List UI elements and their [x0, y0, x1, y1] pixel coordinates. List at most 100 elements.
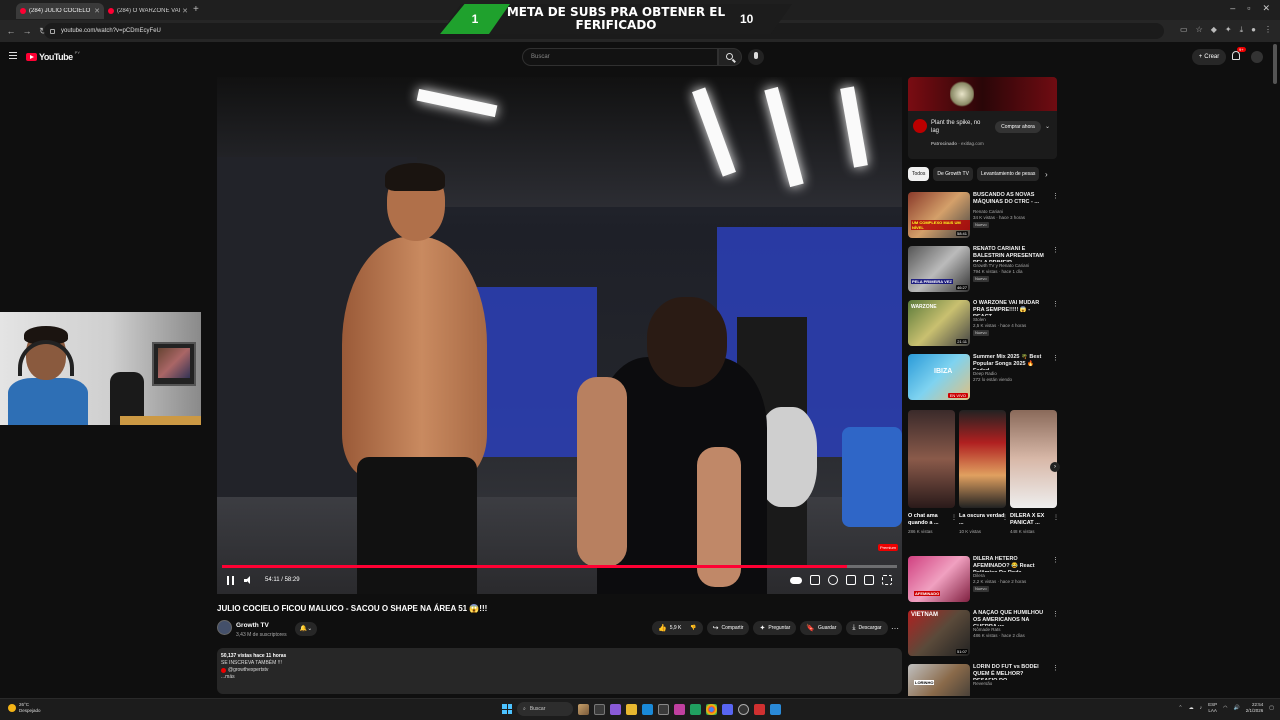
chevron-right-icon[interactable]: › — [1045, 170, 1048, 179]
ad-buy-button[interactable]: Comprar ahora — [995, 121, 1041, 133]
more-options-icon[interactable]: ⋮ — [1052, 246, 1059, 254]
profile-icon[interactable]: ● — [1251, 25, 1256, 35]
taskbar-app-icon[interactable] — [578, 703, 589, 715]
wifi-icon[interactable]: ◠ — [1223, 705, 1227, 711]
thumbs-down-icon[interactable]: 👎 — [690, 625, 696, 631]
tab-close-icon[interactable]: ✕ — [94, 7, 100, 15]
chrome-icon[interactable] — [706, 703, 717, 715]
app-icon[interactable] — [770, 703, 781, 715]
pause-icon[interactable] — [227, 576, 234, 585]
voice-search-icon[interactable] — [748, 49, 764, 65]
puzzle-icon[interactable]: ✦ — [1225, 25, 1232, 35]
chip-channel[interactable]: De Growth TV — [933, 167, 973, 181]
recommendation-item[interactable]: PELA PRIMEIRA VEZ 46:27 RENATO CARIANI E… — [908, 246, 1059, 296]
youtube-logo[interactable]: YouTube PY — [26, 50, 80, 62]
recommendation-item[interactable]: UM COMPLEXO MAIS UM NÍVEL 58:41 BUSCANDO… — [908, 192, 1059, 242]
account-avatar[interactable] — [1251, 51, 1263, 63]
ad-banner-image[interactable] — [908, 77, 1057, 111]
volume-icon[interactable] — [244, 576, 252, 585]
more-options-icon[interactable]: ⋮ — [1052, 192, 1059, 200]
short-thumbnail[interactable] — [1010, 410, 1057, 508]
chip-topic[interactable]: Levantamiento de pesas — [976, 167, 1040, 181]
app-icon[interactable] — [674, 703, 685, 715]
description-box[interactable]: 50,137 vistas hace 11 horas SE INSCREVA … — [217, 648, 902, 694]
star-icon[interactable]: ☆ — [1196, 25, 1203, 35]
tray-expand-icon[interactable]: ⌃ — [1178, 705, 1182, 711]
chevron-right-icon[interactable]: › — [1050, 462, 1060, 472]
forward-icon[interactable]: → — [22, 26, 32, 36]
autoplay-toggle[interactable] — [790, 577, 802, 584]
like-button[interactable]: 👍 5,9 K 👎 — [652, 621, 703, 635]
share-button[interactable]: ↪ Compartir — [706, 621, 750, 635]
new-tab-icon[interactable]: + — [193, 4, 199, 15]
site-info-icon[interactable] — [50, 28, 55, 34]
clock[interactable]: 22:54 2/1/2026 — [1246, 702, 1264, 714]
windows-start-icon[interactable] — [502, 704, 512, 714]
obs-icon[interactable] — [738, 703, 749, 715]
more-options-icon[interactable]: ⋮ — [1052, 664, 1058, 672]
page-scrollbar[interactable] — [1272, 44, 1278, 694]
miniplayer-icon[interactable] — [846, 575, 856, 585]
settings-gear-icon[interactable] — [828, 575, 838, 585]
browser-tab[interactable]: (284) O WARZONE VAI MUDAR ✕ — [104, 3, 192, 19]
scrollbar-thumb[interactable] — [1273, 44, 1277, 84]
notifications-tray-icon[interactable]: ▢ — [1269, 705, 1274, 711]
short-thumbnail[interactable] — [959, 410, 1006, 508]
language-indicator[interactable]: ESP LAA — [1208, 702, 1217, 714]
recommendation-item[interactable]: WARZONE 21:11 O WARZONE VAI MUDAR PRA SE… — [908, 300, 1059, 350]
theater-icon[interactable] — [864, 575, 874, 585]
video-thumbnail[interactable]: WARZONE 21:11 — [908, 300, 970, 346]
channel-name[interactable]: Growth TV — [236, 622, 269, 629]
menu-dots-icon[interactable]: ⋮ — [1264, 25, 1272, 35]
app-icon[interactable] — [754, 703, 765, 715]
video-player[interactable] — [217, 77, 902, 594]
extension-icon[interactable]: ◆ — [1211, 25, 1217, 35]
video-thumbnail[interactable]: PELA PRIMEIRA VEZ 46:27 — [908, 246, 970, 292]
back-icon[interactable]: ← — [6, 26, 16, 36]
ask-button[interactable]: ✦ Preguntar — [753, 621, 797, 635]
video-thumbnail[interactable]: VIETNAM 51:07 — [908, 610, 970, 656]
more-options-icon[interactable]: ⋮ — [1052, 354, 1059, 362]
chip-all[interactable]: Todos — [908, 167, 930, 181]
menu-icon[interactable] — [9, 52, 17, 59]
volume-tray-icon[interactable]: 🔊 — [1234, 705, 1240, 711]
edge-icon[interactable] — [642, 703, 653, 715]
save-button[interactable]: 🔖 Guardar — [800, 621, 843, 635]
app-icon[interactable] — [690, 703, 701, 715]
more-options-icon[interactable]: ⋮ — [951, 514, 957, 521]
short-item[interactable]: DILERA X EX PANICAT ... 448 K vistas ⋮ — [1010, 410, 1059, 534]
subtitles-icon[interactable] — [810, 575, 820, 585]
search-input[interactable]: Buscar — [522, 48, 718, 66]
maximize-icon[interactable]: ▫ — [1247, 3, 1250, 14]
video-thumbnail[interactable]: LORINHO — [908, 664, 970, 696]
more-actions-icon[interactable]: ⋯ — [891, 624, 899, 633]
recommendation-item[interactable]: IBIZA EN VIVO Summer Mix 2025 🌴 Best Pop… — [908, 354, 1059, 404]
more-options-icon[interactable]: ⋮ — [1052, 610, 1059, 618]
task-view-icon[interactable] — [594, 703, 605, 715]
short-thumbnail[interactable] — [908, 410, 955, 508]
video-thumbnail[interactable]: AFEMINADO — [908, 556, 970, 602]
progress-bar[interactable] — [222, 565, 897, 568]
tray-app-icon[interactable]: ♪ — [1200, 705, 1203, 711]
discord-icon[interactable] — [722, 703, 733, 715]
close-window-icon[interactable]: ✕ — [1262, 3, 1270, 14]
video-thumbnail[interactable]: UM COMPLEXO MAIS UM NÍVEL 58:41 — [908, 192, 970, 238]
more-options-icon[interactable]: ⋮ — [1053, 514, 1059, 521]
channel-avatar[interactable] — [217, 620, 232, 635]
browser-tab-active[interactable]: (284) JULIO COCIELO FICO ✕ — [16, 3, 104, 19]
notifications-icon[interactable] — [1232, 51, 1240, 60]
fullscreen-icon[interactable] — [882, 575, 892, 585]
file-explorer-icon[interactable] — [626, 703, 637, 715]
recommendation-item[interactable]: VIETNAM 51:07 A NAÇÃO QUE HUMILHOU OS AM… — [908, 610, 1059, 660]
search-button[interactable] — [718, 48, 742, 66]
description-handle[interactable]: @growthexpertstv — [221, 667, 898, 674]
cast-icon[interactable]: ▭ — [1180, 25, 1188, 35]
subscribed-bell-button[interactable]: 🔔⌄ — [295, 622, 317, 636]
taskbar-search[interactable]: ⌕ Buscar — [517, 702, 573, 716]
chevron-down-icon[interactable]: ⌄ — [1045, 123, 1050, 130]
download-button[interactable]: ⤓ Descargar — [846, 621, 888, 635]
store-icon[interactable] — [658, 703, 669, 715]
weather-widget[interactable]: 26°C Despejado — [8, 702, 41, 714]
video-thumbnail[interactable]: IBIZA EN VIVO — [908, 354, 970, 400]
short-item[interactable]: La oscura verdad ... 10 K vistas ⋮ — [959, 410, 1008, 534]
